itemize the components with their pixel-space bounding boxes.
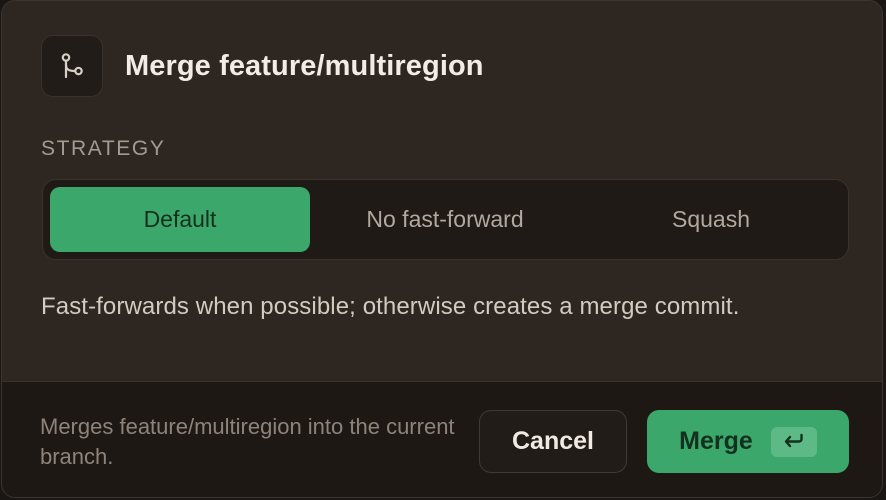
- enter-key-icon: [784, 433, 803, 447]
- cancel-button-label: Cancel: [512, 427, 594, 455]
- strategy-option-squash[interactable]: Squash: [580, 187, 842, 252]
- enter-key-badge: [770, 426, 817, 457]
- strategy-segmented-control: Default No fast-forward Squash: [42, 179, 849, 260]
- dialog-footer: Merges feature/multiregion into the curr…: [2, 381, 882, 497]
- strategy-option-default[interactable]: Default: [50, 187, 310, 252]
- strategy-option-no-fast-forward[interactable]: No fast-forward: [310, 187, 580, 252]
- dialog-header: Merge feature/multiregion: [41, 35, 484, 97]
- merge-button-label: Merge: [679, 427, 753, 455]
- strategy-label: STRATEGY: [41, 137, 166, 160]
- branch-icon-container: [41, 35, 103, 97]
- merge-dialog: Merge feature/multiregion STRATEGY Defau…: [1, 0, 883, 498]
- strategy-description: Fast-forwards when possible; otherwise c…: [41, 293, 740, 320]
- dialog-title: Merge feature/multiregion: [125, 49, 484, 82]
- merge-button[interactable]: Merge: [647, 410, 849, 473]
- cancel-button[interactable]: Cancel: [479, 410, 627, 473]
- merge-summary-note: Merges feature/multiregion into the curr…: [40, 414, 455, 469]
- git-branch-icon: [61, 53, 83, 79]
